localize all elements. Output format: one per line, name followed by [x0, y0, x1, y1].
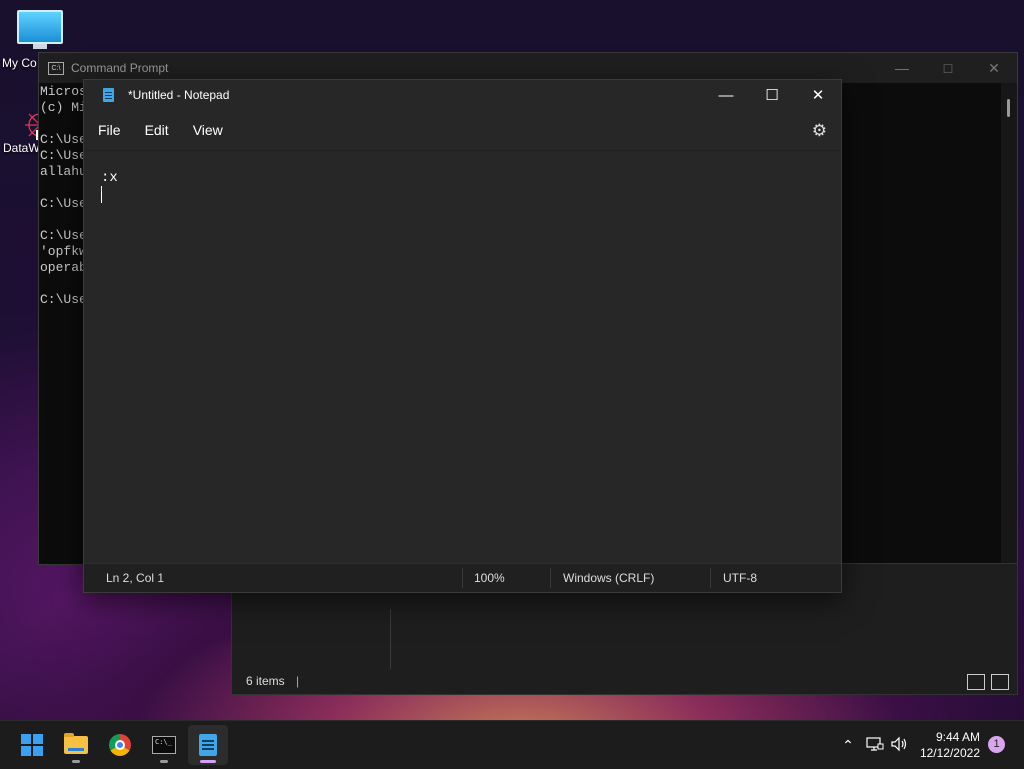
menu-edit[interactable]: Edit	[135, 122, 179, 138]
active-indicator	[200, 760, 216, 763]
minimize-button[interactable]: —	[879, 53, 925, 83]
status-divider	[710, 568, 711, 588]
file-explorer-icon	[64, 733, 88, 754]
cursor-position: Ln 2, Col 1	[106, 571, 165, 585]
computer-icon	[17, 10, 63, 49]
notepad-icon	[103, 88, 114, 102]
notepad-title: *Untitled - Notepad	[128, 88, 230, 102]
explorer-status: 6 items |	[246, 674, 299, 688]
chevron-up-icon[interactable]: ⌃	[838, 737, 858, 754]
cmd-line: C:\Use	[40, 148, 87, 163]
cmd-line: Micros	[40, 84, 87, 99]
notepad-window[interactable]: *Untitled - Notepad — ☐ ✕ File Edit View…	[83, 79, 842, 593]
minimize-button[interactable]: —	[703, 80, 749, 110]
line-ending: Windows (CRLF)	[563, 571, 655, 585]
cmd-line	[40, 276, 87, 292]
menu-view[interactable]: View	[183, 122, 233, 138]
taskbar-file-explorer[interactable]	[56, 725, 96, 765]
pane-divider	[390, 609, 391, 669]
encoding: UTF-8	[723, 571, 757, 585]
command-prompt-icon: C:\_	[152, 736, 176, 754]
date: 12/12/2022	[919, 746, 980, 760]
taskbar-notepad[interactable]	[188, 725, 228, 765]
start-icon	[21, 734, 43, 756]
clock[interactable]: 9:44 AM 12/12/2022	[920, 729, 980, 761]
notepad-icon	[199, 734, 217, 756]
cmd-line: (c) Mi	[40, 100, 87, 115]
editor-content[interactable]: :x	[101, 169, 118, 187]
details-view-icon[interactable]	[967, 674, 985, 690]
taskbar-command-prompt[interactable]: C:\_	[144, 725, 184, 765]
cmd-line: C:\Use	[40, 196, 87, 211]
start-button[interactable]	[12, 725, 52, 765]
settings-gear-icon[interactable]: ⚙	[812, 121, 827, 141]
cmd-line: operab	[40, 260, 87, 275]
cmd-line	[40, 212, 87, 228]
text-editor[interactable]: :x	[84, 150, 841, 563]
cmd-line	[40, 116, 87, 132]
cmd-line: C:\Use	[40, 292, 87, 307]
cmd-line: C:\Use	[40, 228, 87, 243]
close-button[interactable]: ✕	[971, 53, 1017, 83]
scroll-thumb[interactable]	[1007, 99, 1010, 117]
time: 9:44 AM	[935, 730, 980, 744]
tiles-view-icon[interactable]	[991, 674, 1009, 690]
chrome-icon	[109, 734, 131, 756]
taskbar: C:\_ ⌃ 9:44 AM 12/12/2022 1	[0, 720, 1024, 769]
running-indicator	[160, 760, 168, 763]
cmd-line	[40, 180, 87, 196]
menu-bar: File Edit View	[84, 110, 841, 150]
cmd-scrollbar[interactable]	[1001, 83, 1017, 564]
status-bar: Ln 2, Col 1 100% Windows (CRLF) UTF-8	[84, 563, 841, 592]
system-tray: ⌃	[838, 721, 908, 769]
running-indicator	[72, 760, 80, 763]
status-separator: |	[296, 674, 300, 688]
notification-badge[interactable]: 1	[988, 736, 1005, 753]
maximize-button[interactable]: ☐	[749, 80, 795, 110]
cmd-title: Command Prompt	[71, 61, 169, 75]
item-count: 6 items	[246, 674, 285, 688]
cmd-line: 'opfkw	[40, 244, 87, 259]
network-icon[interactable]	[866, 736, 884, 755]
zoom-level: 100%	[474, 571, 505, 585]
cmd-output[interactable]: Micros (c) Mi C:\Use C:\Use allahu C:\Use C…	[40, 84, 87, 308]
cmd-line: allahu	[40, 164, 87, 179]
maximize-button[interactable]: □	[925, 53, 971, 83]
volume-icon[interactable]	[890, 736, 908, 755]
text-caret	[101, 186, 102, 203]
taskbar-chrome[interactable]	[100, 725, 140, 765]
cmd-line: C:\Use	[40, 132, 87, 147]
status-divider	[550, 568, 551, 588]
menu-file[interactable]: File	[88, 122, 131, 138]
status-divider	[462, 568, 463, 588]
command-prompt-icon: C:\	[48, 61, 64, 75]
close-button[interactable]: ✕	[795, 80, 841, 110]
